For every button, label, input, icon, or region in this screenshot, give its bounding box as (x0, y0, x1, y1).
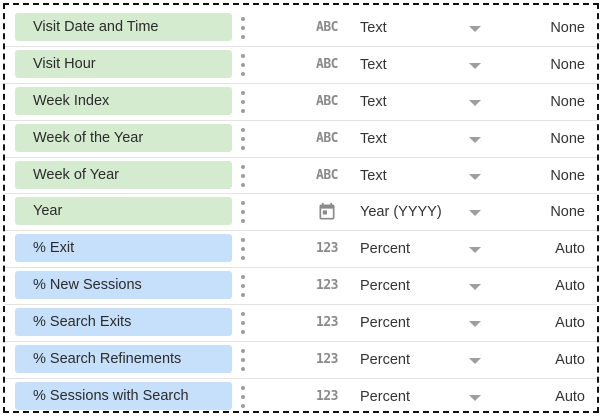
aggregation-value[interactable]: None (550, 158, 585, 194)
field-row: % Search Exits 123 Percent Auto (5, 305, 597, 343)
number-type-icon: 123 (316, 388, 338, 404)
field-row: Week of Year ABC Text None (5, 158, 597, 195)
field-type-label[interactable]: Text (360, 121, 387, 157)
more-vert-icon[interactable] (239, 275, 247, 298)
metric-field-chip[interactable]: % Search Exits (15, 308, 232, 337)
number-type-icon: 123 (316, 241, 338, 257)
aggregation-value[interactable]: Auto (555, 305, 585, 341)
more-vert-icon[interactable] (239, 385, 247, 408)
aggregation-value[interactable]: Auto (555, 342, 585, 378)
calendar-icon (315, 202, 339, 220)
field-row: Year Year (YYYY) None (5, 194, 597, 232)
field-type-label[interactable]: Year (YYYY) (360, 194, 442, 230)
field-row: Week of the Year ABC Text None (5, 121, 597, 158)
field-type-label[interactable]: Percent (360, 379, 410, 411)
dimension-field-chip[interactable]: Visit Hour (15, 49, 232, 78)
field-type-label[interactable]: Text (360, 10, 387, 46)
field-row: Week Index ABC Text None (5, 84, 597, 121)
field-type-label[interactable]: Text (360, 158, 387, 194)
field-row: Visit Date and Time ABC Text None (5, 10, 597, 47)
number-type-icon: 123 (316, 278, 338, 294)
field-row: % Sessions with Search 123 Percent Auto (5, 379, 597, 411)
metric-field-chip[interactable]: % Exit (15, 234, 232, 263)
more-vert-icon[interactable] (239, 349, 247, 372)
aggregation-value[interactable]: None (550, 10, 585, 46)
type-dropdown-arrow-icon[interactable] (469, 284, 481, 291)
more-vert-icon[interactable] (239, 127, 247, 150)
aggregation-value[interactable]: Auto (555, 379, 585, 411)
metric-field-chip[interactable]: % Search Refinements (15, 345, 232, 374)
dimension-field-chip[interactable]: Week Index (15, 86, 232, 115)
metric-field-chip[interactable]: % Sessions with Search (15, 381, 232, 410)
aggregation-value[interactable]: None (550, 121, 585, 157)
text-type-icon: ABC (316, 167, 338, 183)
field-row: Visit Hour ABC Text None (5, 47, 597, 84)
field-type-label[interactable]: Text (360, 47, 387, 83)
type-dropdown-arrow-icon[interactable] (469, 136, 481, 143)
type-dropdown-arrow-icon[interactable] (469, 247, 481, 254)
type-dropdown-arrow-icon[interactable] (469, 321, 481, 328)
aggregation-value[interactable]: None (550, 84, 585, 120)
more-vert-icon[interactable] (239, 201, 247, 224)
more-vert-icon[interactable] (239, 90, 247, 113)
type-dropdown-arrow-icon[interactable] (469, 62, 481, 69)
text-type-icon: ABC (316, 56, 338, 72)
metric-field-chip[interactable]: % New Sessions (15, 271, 232, 300)
field-type-label[interactable]: Percent (360, 305, 410, 341)
type-dropdown-arrow-icon[interactable] (469, 99, 481, 106)
text-type-icon: ABC (316, 20, 338, 35)
aggregation-value[interactable]: Auto (555, 231, 585, 267)
type-dropdown-arrow-icon[interactable] (469, 26, 481, 32)
type-dropdown-arrow-icon[interactable] (469, 173, 481, 180)
field-type-label[interactable]: Text (360, 84, 387, 120)
type-dropdown-arrow-icon[interactable] (469, 358, 481, 365)
aggregation-value[interactable]: None (550, 47, 585, 83)
field-row: % New Sessions 123 Percent Auto (5, 268, 597, 306)
more-vert-icon[interactable] (239, 312, 247, 335)
field-type-label[interactable]: Percent (360, 268, 410, 304)
type-dropdown-arrow-icon[interactable] (469, 210, 481, 217)
number-type-icon: 123 (316, 315, 338, 331)
more-vert-icon[interactable] (239, 164, 247, 187)
aggregation-value[interactable]: Auto (555, 268, 585, 304)
field-row: % Search Refinements 123 Percent Auto (5, 342, 597, 379)
field-list-panel: Visit Date and Time ABC Text None Visit Hour… (3, 3, 599, 413)
text-type-icon: ABC (316, 93, 338, 109)
dimension-field-chip[interactable]: Week of Year (15, 160, 232, 189)
type-dropdown-arrow-icon[interactable] (469, 394, 481, 401)
field-row: % Exit 123 Percent Auto (5, 231, 597, 269)
number-type-icon: 123 (316, 352, 338, 368)
aggregation-value[interactable]: None (550, 194, 585, 230)
dimension-field-chip[interactable]: Week of the Year (15, 123, 232, 152)
field-list: Visit Date and Time ABC Text None Visit Hour… (5, 10, 597, 411)
dimension-field-chip[interactable]: Visit Date and Time (15, 13, 232, 41)
more-vert-icon[interactable] (239, 53, 247, 76)
more-vert-icon[interactable] (239, 238, 247, 261)
dimension-field-chip[interactable]: Year (15, 197, 232, 226)
field-type-label[interactable]: Percent (360, 231, 410, 267)
text-type-icon: ABC (316, 130, 338, 146)
more-vert-icon[interactable] (239, 17, 247, 39)
field-type-label[interactable]: Percent (360, 342, 410, 378)
